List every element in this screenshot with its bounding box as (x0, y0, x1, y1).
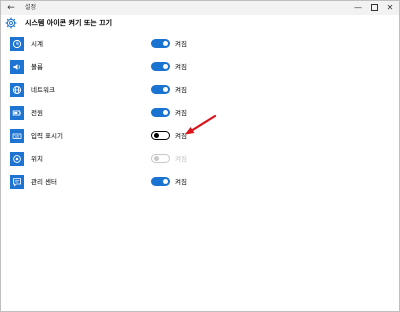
toggle-status: 켜짐 (175, 86, 187, 94)
row-volume: 볼륨 켜짐 (1, 56, 399, 78)
clock-icon (10, 37, 24, 51)
row-label: 위치 (31, 155, 43, 163)
keyboard-icon (10, 129, 24, 143)
page-title: 시스템 아이콘 켜기 또는 끄기 (25, 19, 113, 27)
toggle-knob (163, 64, 168, 69)
gear-icon (5, 17, 17, 29)
action-center-icon (10, 175, 24, 189)
input-indicator-toggle[interactable] (151, 131, 170, 140)
row-label: 네트워크 (31, 86, 55, 94)
close-button[interactable]: ✕ (383, 2, 397, 14)
toggle-knob (163, 41, 168, 46)
page-header: 시스템 아이콘 켜기 또는 끄기 (1, 15, 399, 31)
row-label: 전원 (31, 109, 43, 117)
row-label: 시계 (31, 40, 43, 48)
toggle-status: 켜짐 (175, 63, 187, 71)
toggle-knob (163, 179, 168, 184)
toggle-knob (163, 110, 168, 115)
toggle-status: 켜짐 (175, 155, 187, 163)
maximize-button[interactable] (367, 2, 381, 14)
row-label: 입력 표시기 (31, 132, 63, 140)
row-clock: 시계 켜짐 (1, 33, 399, 55)
minimize-button[interactable]: — (351, 2, 365, 14)
volume-icon (10, 60, 24, 74)
battery-icon (10, 106, 24, 120)
title-bar: ← 설정 — ✕ (1, 1, 399, 15)
clock-toggle[interactable] (151, 39, 170, 48)
toggle-status: 켜짐 (175, 178, 187, 186)
toggle-status: 켜짐 (175, 40, 187, 48)
network-icon (10, 83, 24, 97)
toggle-knob (154, 133, 159, 138)
location-toggle[interactable] (151, 154, 170, 163)
row-network: 네트워크 켜짐 (1, 79, 399, 101)
action-center-toggle[interactable] (151, 177, 170, 186)
row-location: 위치 켜짐 (1, 148, 399, 170)
annotation-arrow-icon (185, 114, 217, 135)
power-toggle[interactable] (151, 108, 170, 117)
row-label: 관리 센터 (31, 178, 57, 186)
toggle-knob (163, 87, 168, 92)
volume-toggle[interactable] (151, 62, 170, 71)
settings-window: ← 설정 — ✕ 시스템 아이콘 켜기 또는 끄기 시계 켜짐 볼륨 켜짐 네트… (0, 0, 400, 312)
row-action-center: 관리 센터 켜짐 (1, 171, 399, 193)
toggle-knob (154, 156, 159, 161)
network-toggle[interactable] (151, 85, 170, 94)
maximize-icon (370, 3, 378, 11)
app-title: 설정 (25, 4, 37, 11)
back-arrow-icon[interactable]: ← (5, 2, 17, 14)
location-icon (10, 152, 24, 166)
row-label: 볼륨 (31, 63, 43, 71)
